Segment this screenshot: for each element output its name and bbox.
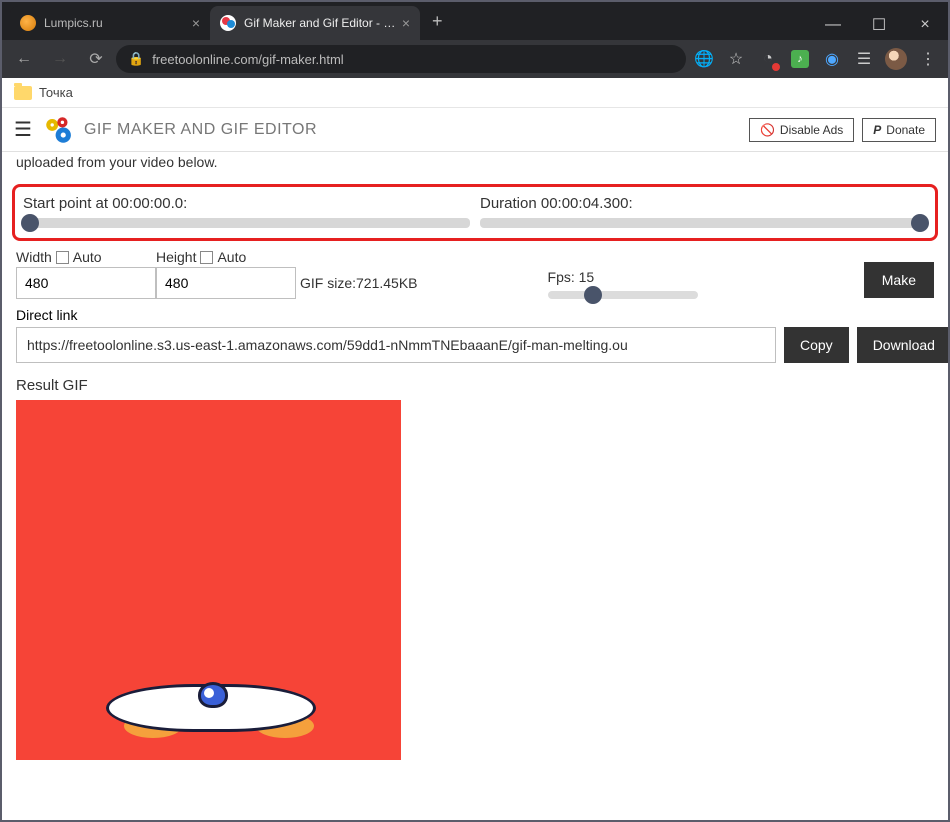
description-text: uploaded from your video below. [2, 152, 948, 180]
close-icon[interactable]: × [192, 15, 200, 31]
folder-icon [14, 86, 32, 100]
fps-label: Fps: 15 [548, 269, 698, 285]
duration-slider[interactable] [480, 218, 927, 228]
extension-green-icon[interactable]: ♪ [786, 45, 814, 73]
tab-label: Lumpics.ru [44, 16, 186, 30]
bookmarks-bar: Точка [2, 78, 948, 108]
slider-handle[interactable] [584, 286, 602, 304]
hamburger-icon[interactable]: ☰ [14, 117, 32, 142]
extension-red-icon[interactable]: ◔ [754, 45, 782, 73]
result-gif-preview [16, 400, 401, 760]
block-icon: 🚫 [760, 123, 775, 137]
dimensions-row: Width Auto Height Auto GIF size:721.45KB… [2, 247, 948, 301]
slider-handle[interactable] [911, 214, 929, 232]
close-icon[interactable]: × [402, 15, 410, 31]
donate-button[interactable]: PDonate [862, 118, 936, 142]
width-auto-checkbox[interactable] [56, 251, 69, 264]
tab-gifmaker[interactable]: Gif Maker and Gif Editor - Free Tc × [210, 6, 420, 40]
auto-label: Auto [73, 249, 102, 265]
slider-handle[interactable] [21, 214, 39, 232]
height-auto-checkbox[interactable] [200, 251, 213, 264]
address-bar: ← → ⟳ 🔒 freetoolonline.com/gif-maker.htm… [2, 40, 948, 78]
translate-icon[interactable]: 🌐 [690, 45, 718, 73]
maximize-button[interactable]: ☐ [856, 10, 902, 40]
url-text: freetoolonline.com/gif-maker.html [152, 52, 343, 67]
result-gif-label: Result GIF [2, 369, 948, 400]
forward-button[interactable]: → [44, 43, 76, 75]
minimize-button[interactable]: — [810, 10, 856, 40]
time-sliders-highlight: Start point at 00:00:00.0: Duration 00:0… [12, 184, 938, 241]
download-button[interactable]: Download [857, 327, 948, 363]
paypal-icon: P [873, 123, 881, 137]
bookmark-item[interactable]: Точка [39, 85, 73, 100]
close-window-button[interactable]: × [902, 10, 948, 40]
direct-link-input[interactable] [16, 327, 776, 363]
reload-button[interactable]: ⟳ [80, 43, 112, 75]
duration-label: Duration 00:00:04.300: [480, 195, 927, 212]
auto-label: Auto [217, 249, 246, 265]
gif-illustration [106, 668, 316, 738]
start-point-slider[interactable] [23, 218, 470, 228]
back-button[interactable]: ← [8, 43, 40, 75]
favicon-lumpics [20, 15, 36, 31]
url-input[interactable]: 🔒 freetoolonline.com/gif-maker.html [116, 45, 686, 73]
start-point-label: Start point at 00:00:00.0: [23, 195, 470, 212]
height-input[interactable] [156, 267, 296, 299]
direct-link-section: Direct link Copy Download [2, 301, 948, 369]
width-label: Width [16, 249, 52, 265]
page-title: GIF MAKER AND GIF EDITOR [84, 121, 317, 139]
make-button[interactable]: Make [864, 262, 934, 298]
extension-blue-icon[interactable]: ◉ [818, 45, 846, 73]
fps-slider[interactable] [548, 291, 698, 299]
favicon-gifmaker [220, 15, 236, 31]
site-logo-icon [42, 113, 76, 147]
disable-ads-button[interactable]: 🚫Disable Ads [749, 118, 854, 142]
reading-list-icon[interactable]: ☰ [850, 45, 878, 73]
page-header: ☰ GIF MAKER AND GIF EDITOR 🚫Disable Ads … [2, 108, 948, 152]
gif-size-text: GIF size:721.45KB [296, 257, 418, 291]
copy-button[interactable]: Copy [784, 327, 849, 363]
profile-avatar[interactable] [882, 45, 910, 73]
tab-label: Gif Maker and Gif Editor - Free Tc [244, 16, 396, 30]
lock-icon: 🔒 [128, 51, 144, 67]
kebab-menu-icon[interactable]: ⋮ [914, 45, 942, 73]
height-label: Height [156, 249, 196, 265]
direct-link-label: Direct link [16, 307, 934, 323]
width-input[interactable] [16, 267, 156, 299]
tab-lumpics[interactable]: Lumpics.ru × [10, 6, 210, 40]
new-tab-button[interactable]: + [420, 11, 455, 32]
browser-titlebar: Lumpics.ru × Gif Maker and Gif Editor - … [2, 2, 948, 40]
page-content: ☰ GIF MAKER AND GIF EDITOR 🚫Disable Ads … [2, 108, 948, 822]
bookmark-star-icon[interactable]: ☆ [722, 45, 750, 73]
